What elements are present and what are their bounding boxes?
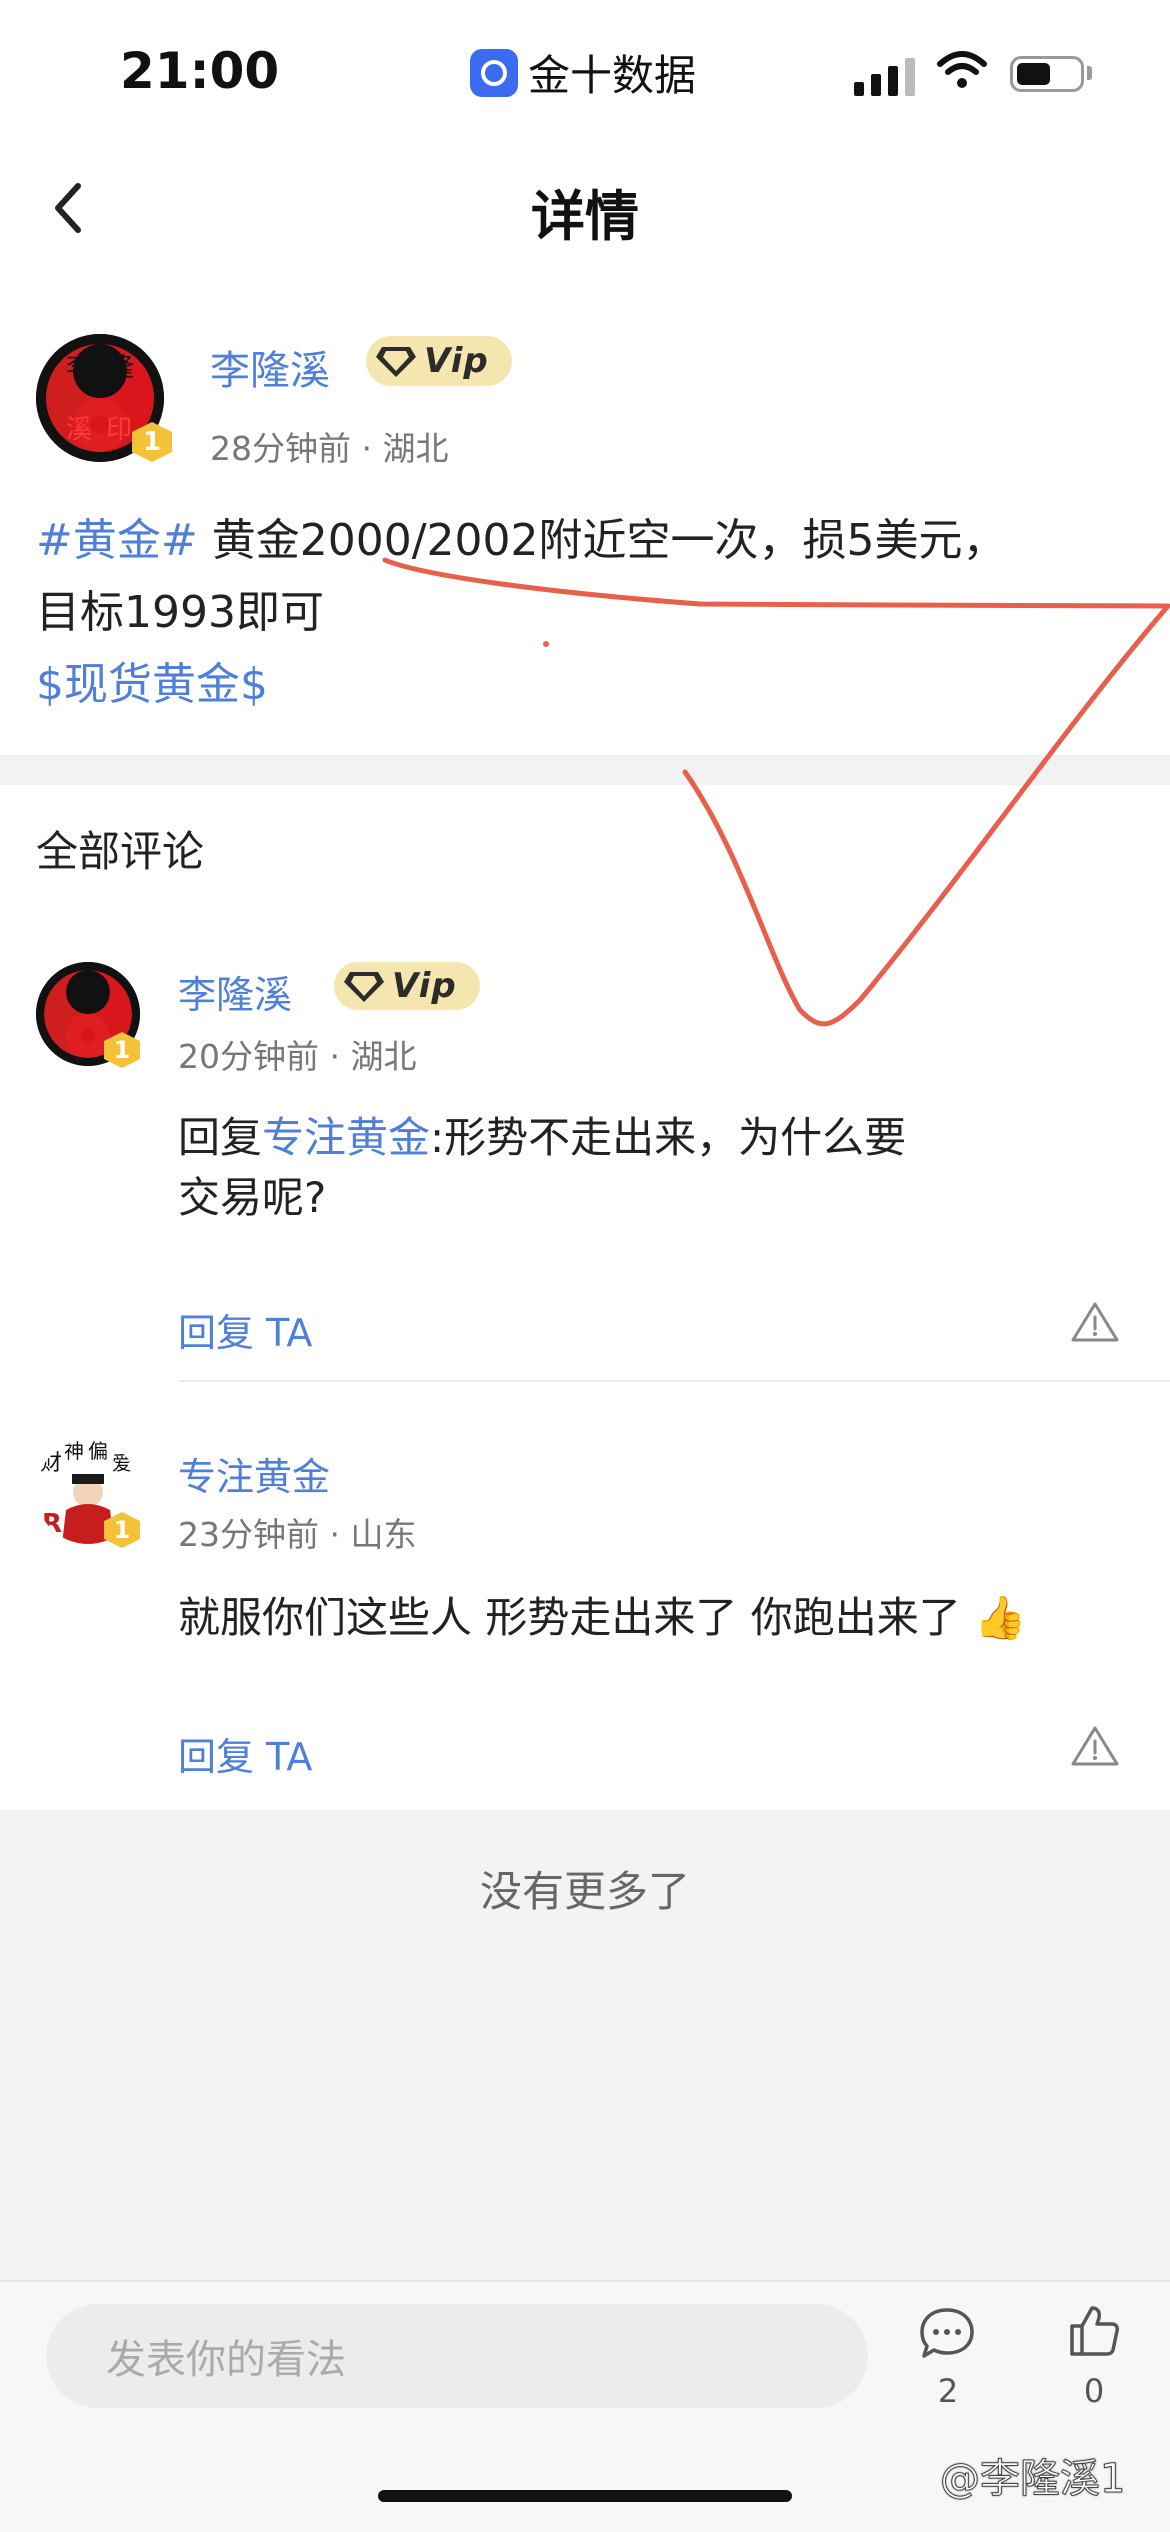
thumbs-up-icon[interactable] <box>1066 2302 1122 2358</box>
comment-count: 2 <box>937 2372 959 2410</box>
home-indicator[interactable] <box>378 2490 792 2502</box>
like-count: 0 <box>1083 2372 1105 2410</box>
comment-bubble-icon[interactable] <box>918 2306 976 2362</box>
weibo-watermark: @李隆溪1 <box>939 2456 1126 2503</box>
comment-input[interactable]: 发表你的看法 <box>46 2304 868 2408</box>
hand-drawn-annotation <box>382 557 1170 1027</box>
